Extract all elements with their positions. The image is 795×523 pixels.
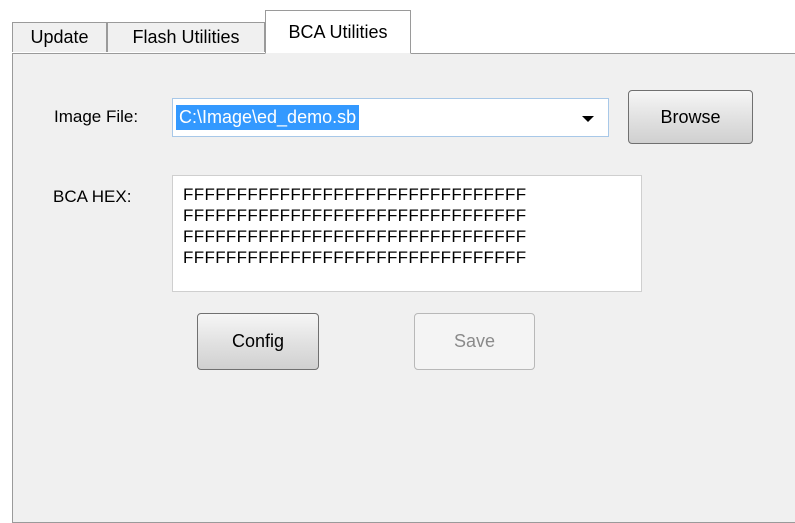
tab-flash-utilities[interactable]: Flash Utilities — [107, 22, 265, 52]
config-button[interactable]: Config — [197, 313, 319, 370]
image-file-value[interactable]: C:\Image\ed_demo.sb — [176, 105, 360, 130]
browse-button[interactable]: Browse — [628, 90, 753, 144]
image-file-label: Image File: — [54, 107, 139, 126]
bca-hex-line: FFFFFFFFFFFFFFFFFFFFFFFFFFFFFFFF — [183, 206, 527, 225]
tab-update[interactable]: Update — [12, 22, 107, 52]
bca-hex-textbox[interactable]: FFFFFFFFFFFFFFFFFFFFFFFFFFFFFFFF FFFFFFF… — [172, 175, 642, 292]
chevron-down-icon[interactable] — [582, 116, 594, 122]
bca-hex-line: FFFFFFFFFFFFFFFFFFFFFFFFFFFFFFFF — [183, 227, 527, 246]
image-file-combobox[interactable]: C:\Image\ed_demo.sb — [172, 98, 609, 137]
tab-bca-utilities[interactable]: BCA Utilities — [265, 10, 411, 54]
save-button[interactable]: Save — [414, 313, 535, 370]
bca-hex-label: BCA HEX: — [53, 187, 132, 206]
bca-hex-line: FFFFFFFFFFFFFFFFFFFFFFFFFFFFFFFF — [183, 248, 527, 267]
tab-strip: Update Flash Utilities BCA Utilities — [12, 10, 795, 54]
bca-hex-line: FFFFFFFFFFFFFFFFFFFFFFFFFFFFFFFF — [183, 185, 527, 204]
